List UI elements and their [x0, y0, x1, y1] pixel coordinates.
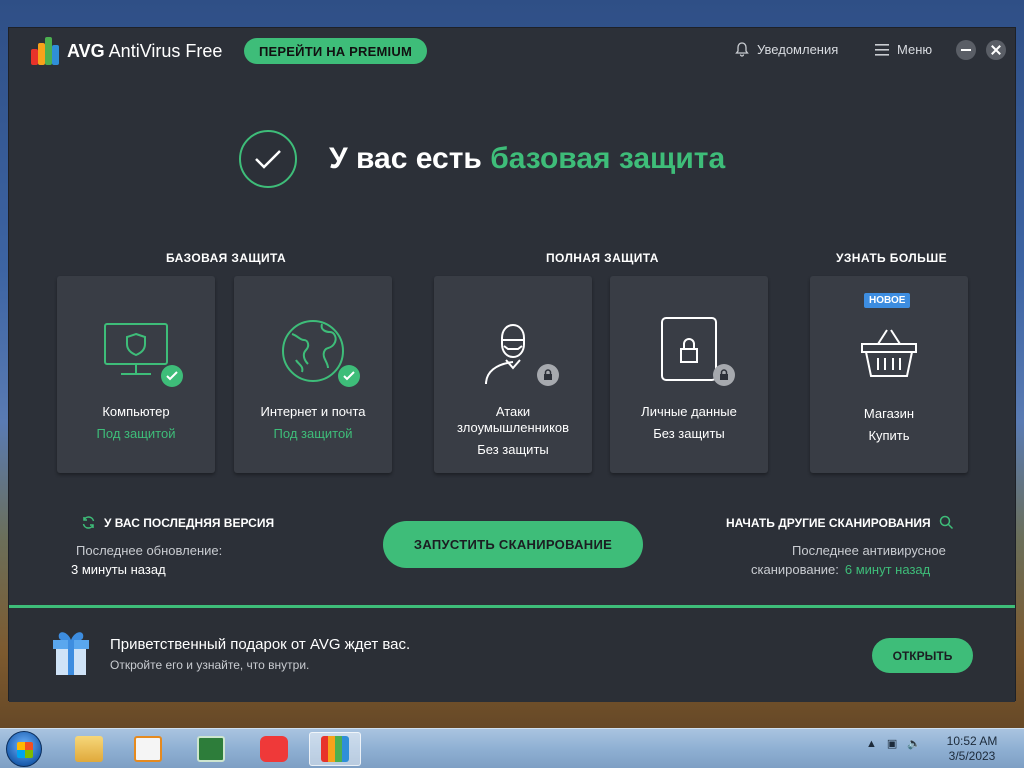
taskbar-media-player[interactable] [122, 732, 174, 766]
avg-logo-icon [321, 736, 349, 762]
folder-icon [75, 736, 103, 762]
card-shop[interactable]: НОВОЕ Магазин Купить [810, 276, 968, 473]
gift-title: Приветственный подарок от AVG ждет вас. [110, 636, 411, 653]
card-personal-data[interactable]: Личные данные Без защиты [610, 276, 768, 473]
last-scan-value: 6 минут назад [844, 562, 931, 577]
protected-check-icon [338, 365, 360, 387]
taskbar: ▲ ▣ 🔈 10:52 AM 3/5/2023 [0, 728, 1024, 768]
new-badge: НОВОЕ [864, 293, 911, 308]
notifications-button[interactable]: Уведомления [735, 42, 838, 57]
clock[interactable]: 10:52 AM 3/5/2023 [940, 734, 1004, 764]
vivaldi-icon [260, 736, 288, 762]
card-hacker-title: Атаки злоумышленников [456, 404, 570, 435]
menu-button[interactable]: Меню [875, 42, 932, 57]
update-label: Последнее обновление: [76, 543, 223, 558]
card-computer-title: Компьютер [102, 404, 170, 419]
card-personal-status: Без защиты [653, 426, 725, 441]
gift-banner: Приветственный подарок от AVG ждет вас. … [9, 608, 1015, 702]
protected-check-icon [161, 365, 183, 387]
title-bar: AVG AntiVirus Free ПЕРЕЙТИ НА PREMIUM Уве… [9, 28, 1015, 74]
menu-label: Меню [897, 42, 933, 57]
last-scan-label: Последнее антивирусное [792, 543, 946, 558]
card-personal-title: Личные данные [641, 404, 737, 419]
close-button[interactable] [986, 40, 1006, 60]
network-icon[interactable]: ▣ [887, 737, 897, 750]
volume-icon[interactable]: 🔈 [907, 737, 921, 750]
card-hacker-attacks[interactable]: Атаки злоумышленников Без защиты [434, 276, 592, 473]
card-hacker-status: Без защиты [477, 442, 549, 457]
last-scan-line: сканирование: 6 минут назад [751, 562, 931, 577]
open-gift-button[interactable]: ОТКРЫТЬ [872, 638, 973, 673]
status-title: У вас есть базовая защита [329, 142, 726, 175]
card-shop-title: Магазин [863, 406, 915, 421]
section-learn-more-label: УЗНАТЬ БОЛЬШЕ [836, 251, 947, 265]
avg-window: AVG AntiVirus Free ПЕРЕЙТИ НА PREMIUM Уве… [8, 27, 1016, 702]
check-circle-icon [239, 130, 297, 188]
refresh-icon [82, 516, 95, 529]
section-full-label: ПОЛНАЯ ЗАЩИТА [546, 251, 659, 265]
locked-badge-icon [537, 364, 559, 386]
update-heading: У ВАС ПОСЛЕДНЯЯ ВЕРСИЯ [81, 515, 274, 530]
locked-badge-icon [713, 364, 735, 386]
minimize-button[interactable] [956, 40, 976, 60]
app-logo: AVG AntiVirus Free [31, 37, 222, 65]
taskbar-csharp[interactable] [185, 732, 237, 766]
tray-arrow-icon[interactable]: ▲ [866, 738, 877, 750]
gift-subtitle: Откройте его и узнайте, что внутри. [110, 658, 310, 672]
taskbar-explorer[interactable] [63, 732, 115, 766]
premium-button[interactable]: ПЕРЕЙТИ НА PREMIUM [244, 38, 427, 64]
app-title: AVG AntiVirus Free [67, 40, 223, 61]
run-scan-button[interactable]: ЗАПУСТИТЬ СКАНИРОВАНИЕ [383, 521, 643, 568]
card-internet-status: Под защитой [273, 426, 353, 441]
card-shop-status: Купить [868, 428, 910, 443]
taskbar-vivaldi[interactable] [248, 732, 300, 766]
basket-icon [861, 329, 917, 377]
card-computer[interactable]: Компьютер Под защитой [57, 276, 215, 473]
notifications-label: Уведомления [757, 42, 839, 57]
card-internet-mail[interactable]: Интернет и почта Под защитой [234, 276, 392, 473]
search-icon [939, 515, 953, 530]
card-computer-status: Под защитой [96, 426, 176, 441]
status-hero: У вас есть базовая защита [239, 130, 725, 188]
start-button[interactable] [6, 731, 42, 767]
bell-icon [735, 42, 749, 57]
card-internet-title: Интернет и почта [260, 404, 366, 419]
taskbar-avg[interactable] [309, 732, 361, 766]
hamburger-icon [875, 43, 889, 56]
clock-date: 3/5/2023 [948, 749, 996, 763]
csharp-icon [197, 736, 225, 762]
section-basic-label: БАЗОВАЯ ЗАЩИТА [166, 251, 287, 265]
update-value: 3 минуты назад [71, 562, 166, 577]
system-tray: ▲ ▣ 🔈 [866, 737, 921, 751]
other-scans-link[interactable]: НАЧАТЬ ДРУГИЕ СКАНИРОВАНИЯ [726, 515, 954, 530]
clock-time: 10:52 AM [946, 734, 998, 748]
avg-logo-icon [31, 37, 61, 65]
media-player-icon [134, 736, 162, 762]
gift-icon [53, 632, 89, 675]
